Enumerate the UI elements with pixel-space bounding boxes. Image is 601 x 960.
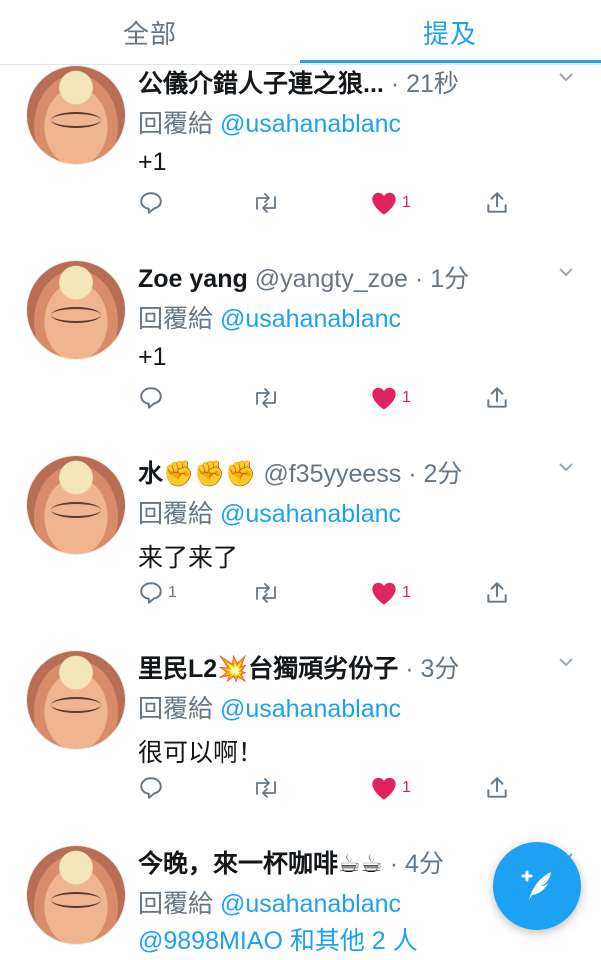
handle[interactable]: @yangty_zoe bbox=[255, 265, 408, 293]
avatar[interactable] bbox=[27, 846, 125, 944]
retweet-icon bbox=[256, 193, 276, 213]
compose-tweet-icon bbox=[521, 870, 551, 900]
retweet-button[interactable] bbox=[251, 381, 281, 415]
like-button[interactable]: 1 bbox=[370, 576, 411, 610]
display-name[interactable]: Zoe yang bbox=[138, 265, 248, 293]
active-tab-indicator bbox=[300, 60, 601, 63]
reply-context: 回覆給 @usahanablanc bbox=[138, 305, 402, 333]
tab-bar: 全部 提及 bbox=[0, 0, 601, 65]
compose-tweet-button[interactable] bbox=[493, 842, 581, 930]
share-button[interactable] bbox=[484, 771, 510, 805]
chevron-down-icon[interactable] bbox=[558, 459, 574, 475]
reply-count: 1 bbox=[168, 584, 177, 601]
tweet-card[interactable]: Zoe yang @yangty_zoe · 1分 回覆給 @usahanabl… bbox=[0, 241, 601, 438]
display-name[interactable]: 水✊✊✊ bbox=[138, 460, 256, 488]
timestamp[interactable]: · 21秒 bbox=[391, 70, 459, 98]
reply-context: 回覆給 @usahanablanc bbox=[138, 890, 402, 918]
reply-icon bbox=[140, 192, 162, 214]
timestamp[interactable]: · 1分 bbox=[415, 265, 469, 293]
heart-icon bbox=[372, 387, 396, 410]
retweet-icon bbox=[256, 388, 276, 408]
timestamp[interactable]: · 4分 bbox=[390, 850, 444, 878]
tweet-text: +1 bbox=[138, 148, 167, 176]
reply-others-link[interactable]: @9898MIAO 和其他 2 人 bbox=[138, 921, 418, 957]
tweet-header: 公儀介錯人子連之狼... · 21秒 bbox=[138, 64, 558, 98]
avatar[interactable] bbox=[27, 456, 125, 554]
avatar[interactable] bbox=[27, 66, 125, 164]
tweet-text: 很可以啊！ bbox=[138, 739, 264, 767]
retweet-button[interactable] bbox=[251, 771, 281, 805]
like-button[interactable]: 1 bbox=[370, 771, 411, 805]
reply-icon bbox=[140, 777, 162, 799]
display-name[interactable]: 今晚，來一杯咖啡☕☕ bbox=[138, 850, 383, 878]
share-icon bbox=[487, 387, 507, 408]
chevron-down-icon[interactable] bbox=[558, 264, 574, 280]
share-button[interactable] bbox=[484, 186, 510, 220]
tab-mentions[interactable]: 提及 bbox=[300, 0, 600, 64]
share-button[interactable] bbox=[484, 381, 510, 415]
avatar[interactable] bbox=[27, 651, 125, 749]
timestamp[interactable]: · 3分 bbox=[405, 655, 459, 683]
reply-target-link[interactable]: @usahanablanc bbox=[220, 500, 401, 528]
reply-button[interactable] bbox=[138, 771, 168, 805]
reply-target-link[interactable]: @usahanablanc bbox=[220, 110, 401, 138]
reply-context: 回覆給 @usahanablanc bbox=[138, 500, 402, 528]
tab-all[interactable]: 全部 bbox=[0, 0, 300, 64]
share-icon bbox=[487, 192, 507, 213]
reply-button[interactable]: 1 bbox=[138, 576, 177, 610]
reply-icon bbox=[140, 582, 162, 604]
tweet-header: 里民L2💥台獨頑劣份子 · 3分 bbox=[138, 649, 558, 683]
retweet-button[interactable] bbox=[251, 186, 281, 220]
reply-target-link[interactable]: @usahanablanc bbox=[220, 695, 401, 723]
tweet-actions: 1 bbox=[138, 771, 518, 805]
share-icon bbox=[487, 777, 507, 798]
chevron-down-icon[interactable] bbox=[558, 69, 574, 85]
like-count: 1 bbox=[402, 194, 411, 211]
share-icon bbox=[487, 582, 507, 603]
chevron-down-icon[interactable] bbox=[558, 654, 574, 670]
display-name[interactable]: 里民L2💥台獨頑劣份子 bbox=[138, 655, 398, 683]
reply-icon bbox=[140, 387, 162, 409]
tweet-card[interactable]: 公儀介錯人子連之狼... · 21秒 回覆給 @usahanablanc +1 … bbox=[0, 46, 601, 243]
display-name[interactable]: 公儀介錯人子連之狼... bbox=[138, 70, 384, 98]
retweet-icon bbox=[256, 583, 276, 603]
tweet-text: +1 bbox=[138, 343, 167, 371]
heart-icon bbox=[372, 777, 396, 800]
reply-context: 回覆給 @usahanablanc bbox=[138, 110, 402, 138]
timestamp[interactable]: · 2分 bbox=[408, 460, 462, 488]
handle[interactable]: @f35yyeess bbox=[263, 460, 401, 488]
avatar[interactable] bbox=[27, 261, 125, 359]
tweet-actions: 1 bbox=[138, 186, 518, 220]
heart-icon bbox=[372, 192, 396, 215]
reply-context: 回覆給 @usahanablanc bbox=[138, 695, 402, 723]
like-button[interactable]: 1 bbox=[370, 186, 411, 220]
tweet-card[interactable]: 里民L2💥台獨頑劣份子 · 3分 回覆給 @usahanablanc 很可以啊！… bbox=[0, 631, 601, 828]
tweet-card[interactable]: 水✊✊✊ @f35yyeess · 2分 回覆給 @usahanablanc 来… bbox=[0, 436, 601, 633]
tweet-header: Zoe yang @yangty_zoe · 1分 bbox=[138, 259, 558, 293]
like-button[interactable]: 1 bbox=[370, 381, 411, 415]
reply-button[interactable] bbox=[138, 186, 168, 220]
tweet-header: 今晚，來一杯咖啡☕☕ · 4分 bbox=[138, 844, 493, 878]
like-count: 1 bbox=[402, 584, 411, 601]
retweet-button[interactable] bbox=[251, 576, 281, 610]
tweet-actions: 1 bbox=[138, 381, 518, 415]
like-count: 1 bbox=[402, 389, 411, 406]
tweet-actions: 1 1 bbox=[138, 576, 518, 610]
share-button[interactable] bbox=[484, 576, 510, 610]
like-count: 1 bbox=[402, 779, 411, 796]
reply-target-link[interactable]: @usahanablanc bbox=[220, 305, 401, 333]
reply-target-link[interactable]: @usahanablanc bbox=[220, 890, 401, 918]
tweet-text: 来了来了 bbox=[138, 544, 239, 572]
tweet-header: 水✊✊✊ @f35yyeess · 2分 bbox=[138, 454, 558, 488]
heart-icon bbox=[372, 582, 396, 605]
reply-button[interactable] bbox=[138, 381, 168, 415]
retweet-icon bbox=[256, 778, 276, 798]
